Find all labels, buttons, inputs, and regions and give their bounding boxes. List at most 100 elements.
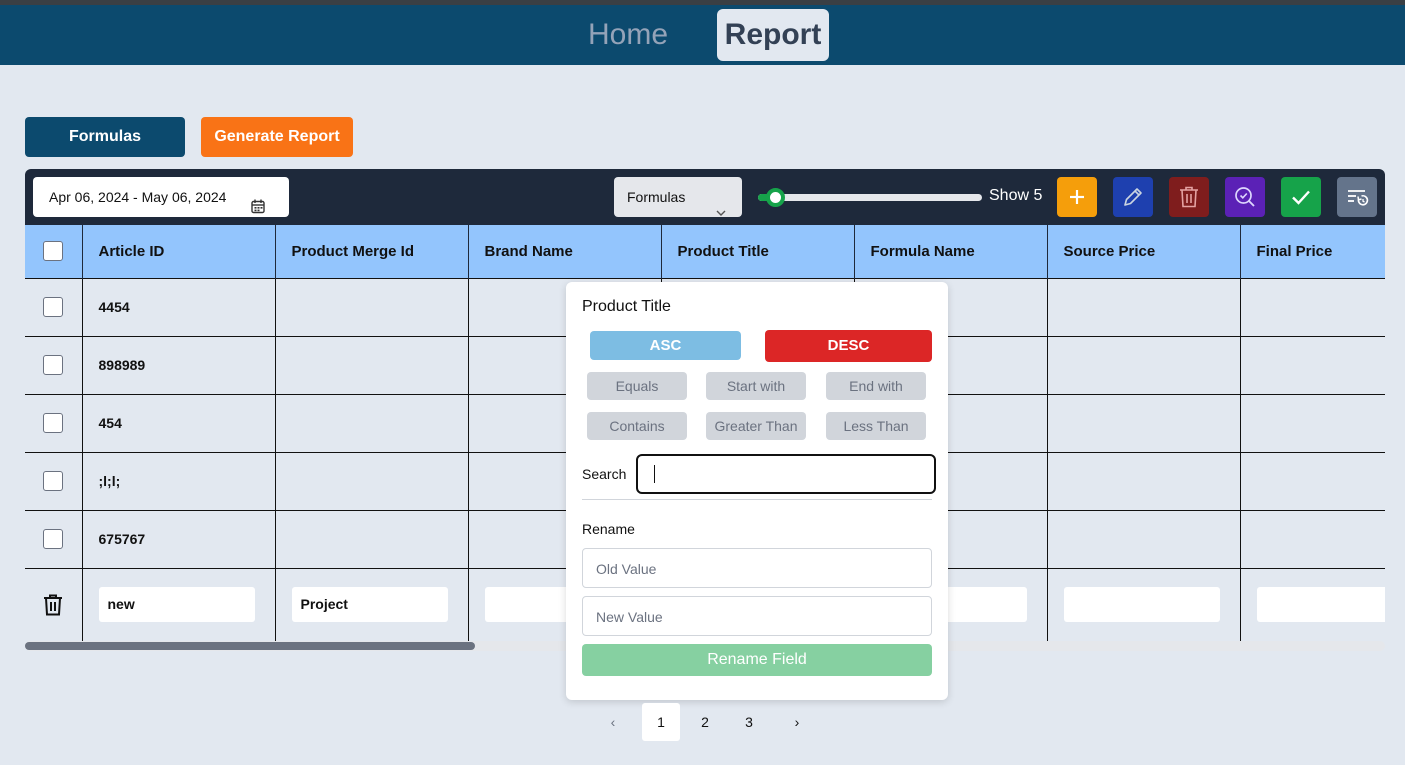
table-cell xyxy=(1047,277,1241,336)
old-value-input[interactable]: Old Value xyxy=(582,548,932,588)
filter-reset-button[interactable] xyxy=(1337,177,1377,217)
column-header[interactable]: Brand Name xyxy=(468,225,662,278)
column-header[interactable]: Product Merge Id xyxy=(275,225,469,278)
rows-slider[interactable] xyxy=(758,188,982,207)
table-cell: 4454 xyxy=(82,277,276,336)
table-cell: 454 xyxy=(82,393,276,452)
new-article-id-input[interactable]: new xyxy=(98,587,255,623)
check-icon xyxy=(1292,190,1310,205)
table-cell xyxy=(1047,335,1241,394)
formula-select-value: Formulas xyxy=(627,189,686,205)
generate-report-button[interactable]: Generate Report xyxy=(201,117,353,157)
table-toolbar: Apr 06, 2024 - May 06, 2024 Formulas Sho… xyxy=(25,169,1385,225)
table-cell xyxy=(275,277,469,336)
formula-select[interactable]: Formulas xyxy=(614,177,742,217)
popup-divider xyxy=(582,499,932,500)
select-all-checkbox[interactable] xyxy=(43,241,64,262)
navbar: Home Report xyxy=(0,5,1405,65)
next-page-button[interactable]: › xyxy=(780,703,814,741)
column-header[interactable]: Final Price xyxy=(1240,225,1385,278)
table-cell xyxy=(1240,277,1385,336)
popup-title: Product Title xyxy=(582,298,671,315)
select-all-cell xyxy=(25,225,83,278)
table-cell xyxy=(1240,509,1385,568)
search-label: Search xyxy=(582,466,627,482)
new-value-input[interactable]: New Value xyxy=(582,596,932,636)
confirm-button[interactable] xyxy=(1281,177,1321,217)
rows-slider-thumb[interactable] xyxy=(766,188,785,207)
add-button[interactable] xyxy=(1057,177,1097,217)
table-cell xyxy=(275,451,469,510)
filter-end-with-button[interactable]: End with xyxy=(826,372,926,400)
prev-page-button[interactable]: ‹ xyxy=(596,703,630,741)
date-range-picker[interactable]: Apr 06, 2024 - May 06, 2024 xyxy=(33,177,289,217)
filter-reset-icon xyxy=(1348,190,1369,206)
nav-report[interactable]: Report xyxy=(717,9,829,61)
row-select-cell xyxy=(25,393,83,452)
show-count-label: Show 5 xyxy=(989,187,1043,204)
column-filter-popup: Product Title ASC DESC Equals Start with… xyxy=(566,282,948,700)
formulas-button[interactable]: Formulas xyxy=(25,117,185,157)
calendar-icon[interactable] xyxy=(251,189,265,229)
row-select-cell xyxy=(25,509,83,568)
filter-start-with-button[interactable]: Start with xyxy=(706,372,806,400)
search-input[interactable] xyxy=(636,454,936,494)
row-select-cell xyxy=(25,451,83,510)
table-cell xyxy=(1047,509,1241,568)
new-row-cell xyxy=(1047,567,1241,641)
table-cell xyxy=(1240,393,1385,452)
text-caret xyxy=(654,465,655,483)
plus-icon xyxy=(1070,190,1084,204)
page-button-3[interactable]: 3 xyxy=(730,703,768,741)
page-button-2[interactable]: 2 xyxy=(686,703,724,741)
delete-button[interactable] xyxy=(1169,177,1209,217)
row-select-cell xyxy=(25,277,83,336)
rename-label: Rename xyxy=(582,521,635,537)
sort-desc-button[interactable]: DESC xyxy=(765,330,932,362)
table-cell xyxy=(1240,335,1385,394)
trash-icon xyxy=(1180,186,1198,208)
new-final-price-input[interactable] xyxy=(1256,587,1385,623)
nav-home[interactable]: Home xyxy=(588,18,668,52)
new-row-delete-cell xyxy=(25,567,83,641)
row-checkbox[interactable] xyxy=(43,355,64,375)
scrollbar-thumb[interactable] xyxy=(25,642,475,650)
row-checkbox[interactable] xyxy=(43,297,64,317)
column-header[interactable]: Formula Name xyxy=(854,225,1048,278)
filter-greater-than-button[interactable]: Greater Than xyxy=(706,412,806,440)
filter-equals-button[interactable]: Equals xyxy=(587,372,687,400)
edit-button[interactable] xyxy=(1113,177,1153,217)
rename-field-button[interactable]: Rename Field xyxy=(582,644,932,676)
table-cell: 675767 xyxy=(82,509,276,568)
new-row-cell xyxy=(1240,567,1385,641)
column-header[interactable]: Product Title xyxy=(661,225,855,278)
filter-contains-button[interactable]: Contains xyxy=(587,412,687,440)
table-cell xyxy=(275,335,469,394)
table-cell xyxy=(275,509,469,568)
search-icon xyxy=(1235,187,1255,207)
table-header-row: Article ID Product Merge Id Brand Name P… xyxy=(25,225,1385,278)
new-row-cell: new xyxy=(82,567,276,641)
new-product-merge-id-input[interactable]: Project xyxy=(291,587,448,623)
filter-less-than-button[interactable]: Less Than xyxy=(826,412,926,440)
table-cell: 898989 xyxy=(82,335,276,394)
table-cell xyxy=(1047,393,1241,452)
column-header[interactable]: Source Price xyxy=(1047,225,1241,278)
row-checkbox[interactable] xyxy=(43,529,64,549)
row-checkbox[interactable] xyxy=(43,471,64,491)
table-cell xyxy=(275,393,469,452)
search-button[interactable] xyxy=(1225,177,1265,217)
sort-asc-button[interactable]: ASC xyxy=(590,331,741,360)
new-source-price-input[interactable] xyxy=(1063,587,1220,623)
table-cell xyxy=(1047,451,1241,510)
table-cell xyxy=(1240,451,1385,510)
column-header[interactable]: Article ID xyxy=(82,225,276,278)
trash-icon[interactable] xyxy=(42,593,64,617)
row-checkbox[interactable] xyxy=(43,413,64,433)
new-row-cell: Project xyxy=(275,567,469,641)
table-cell: ;l;l; xyxy=(82,451,276,510)
pencil-icon xyxy=(1124,188,1142,206)
date-range-value: Apr 06, 2024 - May 06, 2024 xyxy=(49,189,227,205)
row-select-cell xyxy=(25,335,83,394)
page-button-1[interactable]: 1 xyxy=(642,703,680,741)
